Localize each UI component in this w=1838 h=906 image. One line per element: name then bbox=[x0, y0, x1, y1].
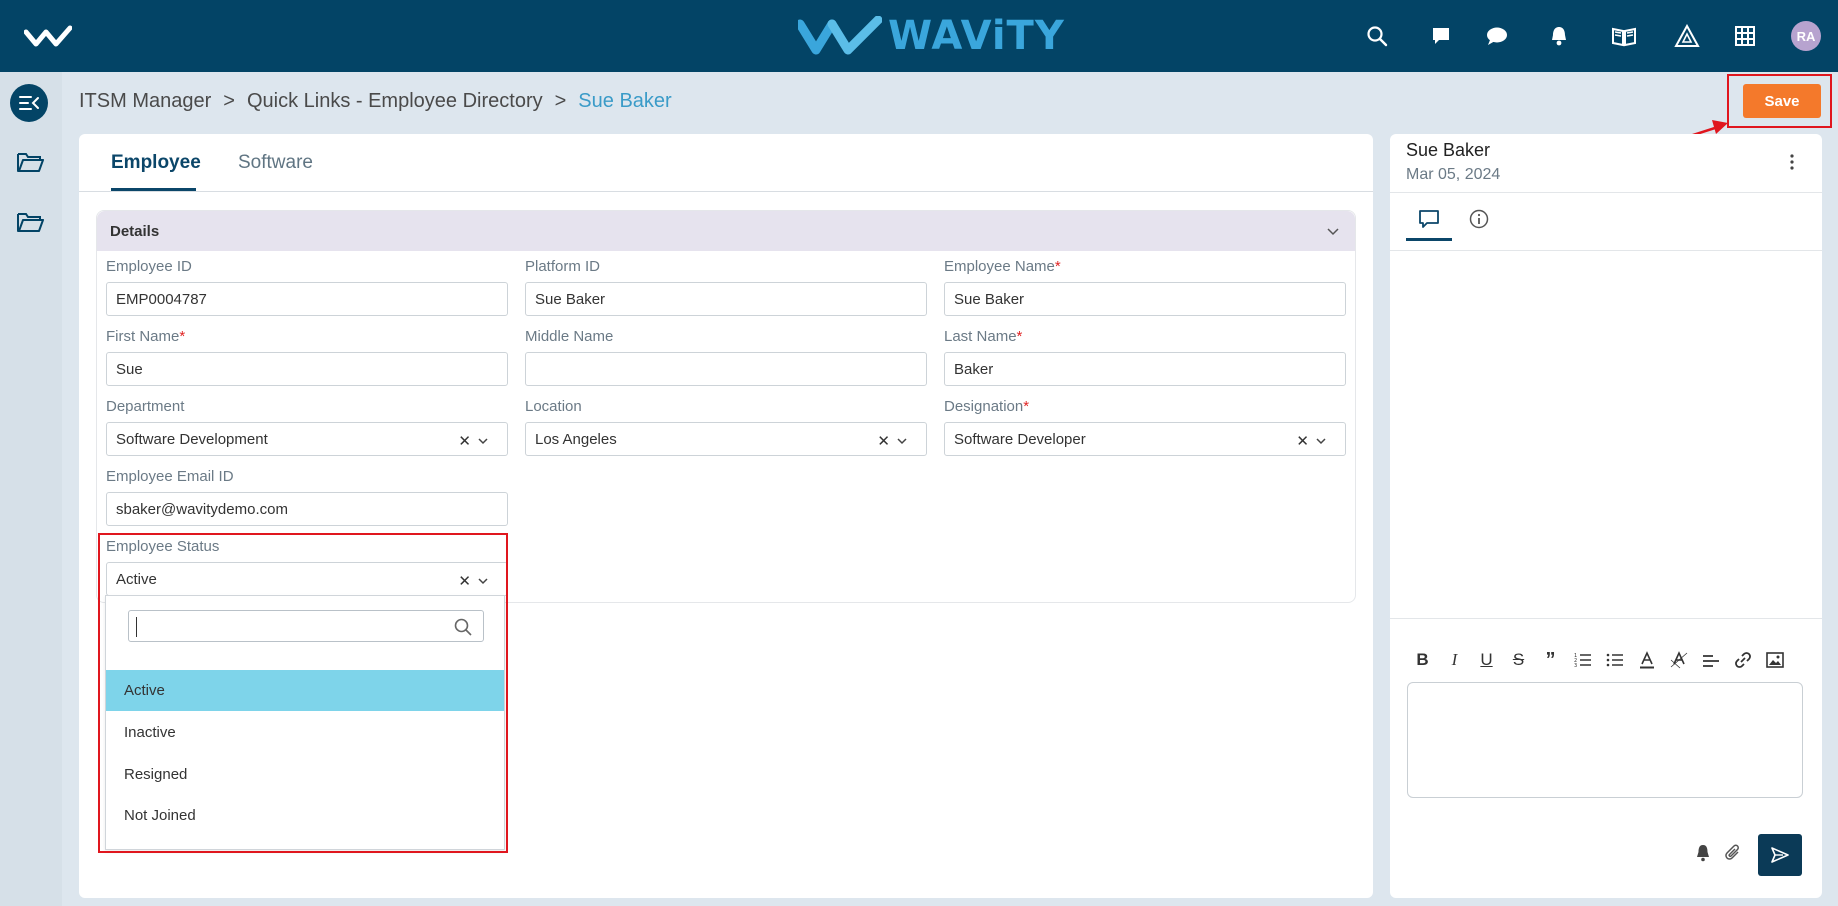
chevron-down-icon[interactable] bbox=[477, 435, 489, 447]
designation-value: Software Developer bbox=[954, 430, 1086, 448]
send-button[interactable] bbox=[1758, 834, 1802, 876]
folder-icon[interactable] bbox=[16, 210, 44, 234]
first-name-field[interactable]: Sue bbox=[106, 352, 508, 386]
tab-software[interactable]: Software bbox=[238, 152, 313, 174]
middle-name-label: Middle Name bbox=[525, 328, 614, 345]
clear-icon[interactable]: ✕ bbox=[877, 432, 890, 450]
location-value: Los Angeles bbox=[535, 430, 617, 448]
kebab-icon[interactable] bbox=[1784, 152, 1800, 172]
clear-icon[interactable]: ✕ bbox=[1296, 432, 1309, 450]
side-panel-name: Sue Baker bbox=[1406, 140, 1491, 160]
tab-employee[interactable]: Employee bbox=[111, 152, 201, 174]
clear-icon[interactable]: ✕ bbox=[458, 432, 471, 450]
highlight-icon[interactable] bbox=[1666, 648, 1691, 672]
department-value: Software Development bbox=[116, 430, 268, 448]
divider bbox=[1390, 250, 1822, 251]
details-section-header[interactable]: Details bbox=[97, 211, 1355, 251]
book-icon[interactable] bbox=[1610, 22, 1638, 50]
employee-name-field[interactable]: Sue Baker bbox=[944, 282, 1346, 316]
link-icon[interactable] bbox=[1730, 648, 1755, 672]
chevron-down-icon[interactable] bbox=[1315, 435, 1327, 447]
chat-bubble-icon[interactable] bbox=[1483, 22, 1511, 50]
brand-name: WAViTY bbox=[888, 13, 1065, 59]
bullet-list-icon[interactable] bbox=[1602, 648, 1627, 672]
ordered-list-icon[interactable]: 123 bbox=[1570, 648, 1595, 672]
employee-id-label: Employee ID bbox=[106, 258, 192, 275]
breadcrumb-item-itsm-manager[interactable]: ITSM Manager bbox=[79, 90, 211, 113]
tab-bar: Employee Software bbox=[79, 134, 1373, 192]
designation-label: Designation* bbox=[944, 398, 1030, 415]
location-select[interactable]: Los Angeles ✕ bbox=[525, 422, 927, 456]
designation-select[interactable]: Software Developer ✕ bbox=[944, 422, 1346, 456]
menu-collapse-icon[interactable] bbox=[10, 84, 48, 122]
platform-id-label: Platform ID bbox=[525, 258, 601, 275]
platform-id-field[interactable]: Sue Baker bbox=[525, 282, 927, 316]
align-icon[interactable] bbox=[1698, 648, 1723, 672]
text-color-icon[interactable] bbox=[1634, 648, 1659, 672]
breadcrumb-current: Sue Baker bbox=[578, 90, 672, 112]
bell-icon[interactable] bbox=[1692, 842, 1714, 864]
grid-icon[interactable] bbox=[1731, 22, 1759, 50]
image-icon[interactable] bbox=[1762, 648, 1787, 672]
comment-icon[interactable] bbox=[1416, 206, 1442, 232]
breadcrumb-item-employee-directory[interactable]: Quick Links - Employee Directory bbox=[247, 90, 543, 113]
comment-editor[interactable] bbox=[1407, 682, 1803, 798]
chevron-down-icon[interactable] bbox=[1325, 223, 1341, 239]
folder-icon[interactable] bbox=[16, 150, 44, 174]
info-icon[interactable] bbox=[1466, 206, 1492, 232]
activity-panel: Sue Baker Mar 05, 2024 B I U S ” 123 bbox=[1390, 134, 1822, 898]
italic-icon[interactable]: I bbox=[1442, 648, 1467, 672]
quote-icon[interactable]: ” bbox=[1538, 648, 1563, 672]
breadcrumb: ITSM Manager > Quick Links - Employee Di… bbox=[79, 90, 672, 113]
location-label: Location bbox=[525, 398, 582, 415]
chat-square-icon[interactable] bbox=[1427, 22, 1455, 50]
last-name-field[interactable]: Baker bbox=[944, 352, 1346, 386]
wavity-logo-small-icon[interactable] bbox=[24, 24, 72, 50]
svg-text:3: 3 bbox=[1574, 663, 1577, 668]
email-label: Employee Email ID bbox=[106, 468, 234, 485]
left-sidebar bbox=[0, 72, 62, 906]
breadcrumb-separator: > bbox=[223, 90, 235, 112]
side-panel-date: Mar 05, 2024 bbox=[1406, 166, 1501, 183]
wavity-logo-icon bbox=[798, 16, 882, 55]
first-name-label: First Name* bbox=[106, 328, 186, 345]
active-tab-indicator bbox=[1406, 238, 1452, 241]
avatar[interactable]: RA bbox=[1791, 21, 1821, 51]
employee-id-field[interactable]: EMP0004787 bbox=[106, 282, 508, 316]
middle-name-field[interactable] bbox=[525, 352, 927, 386]
triangle-icon[interactable] bbox=[1673, 22, 1701, 50]
brand-logo: WAViTY bbox=[798, 12, 1065, 60]
send-icon bbox=[1771, 847, 1789, 863]
employee-name-label: Employee Name* bbox=[944, 258, 1061, 275]
divider bbox=[1390, 618, 1822, 619]
top-bar: WAViTY RA bbox=[0, 0, 1838, 72]
strikethrough-icon[interactable]: S bbox=[1506, 648, 1531, 672]
bell-icon[interactable] bbox=[1545, 22, 1573, 50]
department-select[interactable]: Software Development ✕ bbox=[106, 422, 508, 456]
section-title: Details bbox=[110, 223, 160, 240]
attach-icon[interactable] bbox=[1722, 842, 1744, 864]
email-field[interactable]: sbaker@wavitydemo.com bbox=[106, 492, 508, 526]
department-label: Department bbox=[106, 398, 185, 415]
breadcrumb-separator: > bbox=[554, 90, 567, 112]
active-tab-indicator bbox=[111, 188, 196, 191]
bold-icon[interactable]: B bbox=[1410, 648, 1435, 672]
status-highlight-box bbox=[98, 533, 508, 853]
underline-icon[interactable]: U bbox=[1474, 648, 1499, 672]
save-button[interactable]: Save bbox=[1743, 84, 1821, 118]
last-name-label: Last Name* bbox=[944, 328, 1023, 345]
editor-toolbar: B I U S ” 123 bbox=[1410, 648, 1787, 672]
chevron-down-icon[interactable] bbox=[896, 435, 908, 447]
search-icon[interactable] bbox=[1363, 22, 1391, 50]
divider bbox=[1390, 192, 1822, 193]
